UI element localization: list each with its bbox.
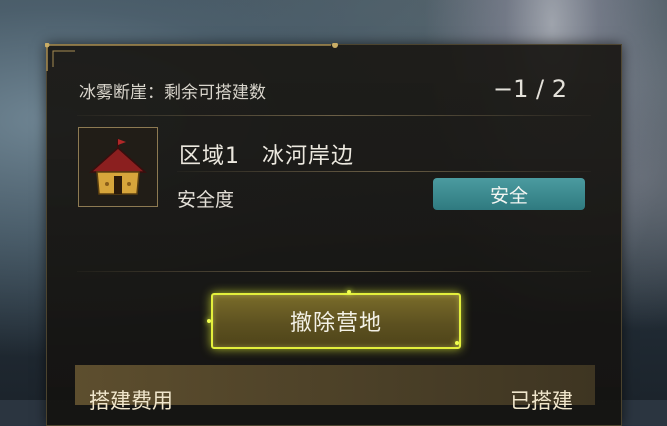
button-spark <box>207 319 211 323</box>
remaining-count: −1 / 2 <box>493 75 567 103</box>
camp-info-panel: 冰雾断崖：剩余可搭建数 −1 / 2 区域1 冰河岸边 安全度 安全 撤除营地 搭… <box>45 43 622 426</box>
build-cost-label: 搭建费用 <box>89 389 173 413</box>
row-divider <box>177 171 591 172</box>
camp-tent-icon <box>78 127 158 207</box>
header-divider <box>77 115 591 116</box>
region-number: 区域1 <box>179 144 240 169</box>
header-title: 冰雾断崖：剩余可搭建数 <box>79 83 266 103</box>
region-name: 冰河岸边 <box>262 144 355 169</box>
build-cost-row: 搭建费用 已搭建 <box>75 365 595 413</box>
button-spark <box>455 341 459 345</box>
safety-label: 安全度 <box>177 189 235 211</box>
remove-camp-button[interactable]: 撤除营地 <box>211 293 461 349</box>
section-divider <box>77 271 591 272</box>
camp-region: 区域1 冰河岸边 <box>179 138 354 170</box>
button-spark <box>347 290 351 294</box>
safety-status-badge: 安全 <box>433 178 585 210</box>
build-status: 已搭建 <box>510 389 573 413</box>
panel-corner-ornament <box>45 43 338 71</box>
